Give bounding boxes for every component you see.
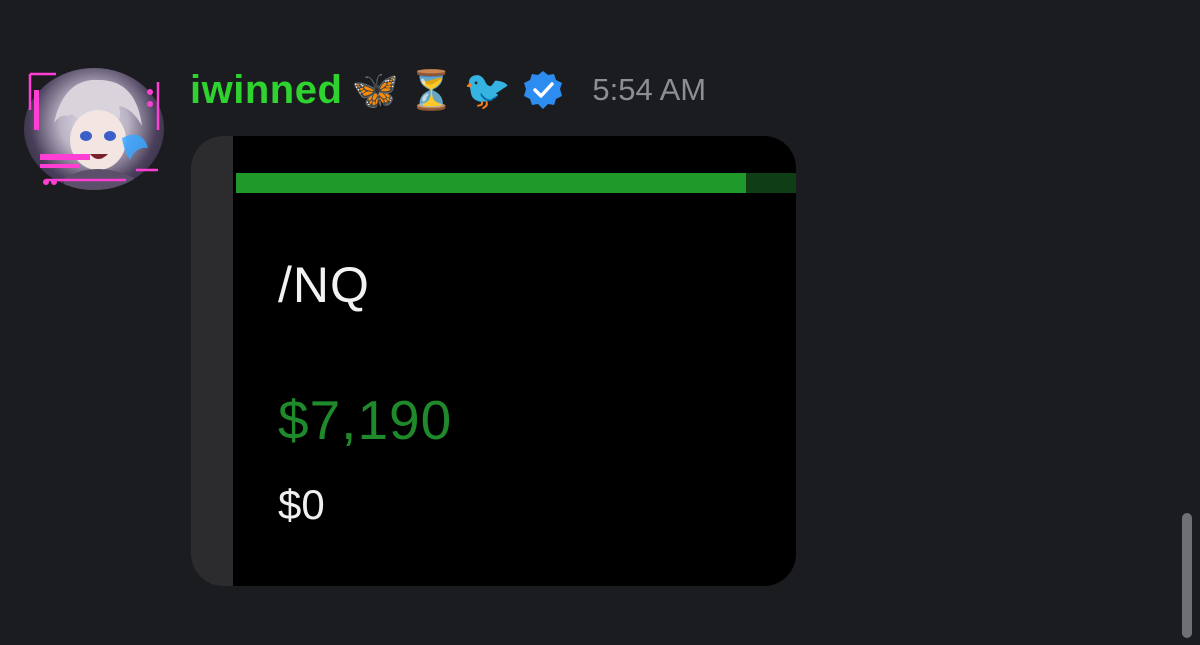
attachment-green-bar-dim bbox=[746, 173, 796, 193]
secondary-value: $0 bbox=[278, 481, 325, 528]
avatar-illustration bbox=[54, 79, 148, 190]
ticker-symbol: /NQ bbox=[278, 257, 370, 313]
chat-view: iwinned 🦋 ⏳ 🐦 5:54 AM /NQ $7,190 $0 bbox=[0, 0, 1200, 645]
username[interactable]: iwinned bbox=[190, 68, 342, 113]
attachment-side-strip bbox=[191, 136, 233, 586]
bird-icon[interactable]: 🐦 bbox=[464, 67, 511, 113]
butterfly-icon[interactable]: 🦋 bbox=[352, 67, 399, 113]
message-timestamp[interactable]: 5:54 AM bbox=[592, 72, 706, 108]
hourglass-icon[interactable]: ⏳ bbox=[408, 67, 455, 113]
scrollbar-thumb[interactable] bbox=[1182, 513, 1192, 638]
pnl-value: $7,190 bbox=[278, 389, 453, 451]
image-attachment[interactable]: /NQ $7,190 $0 bbox=[191, 136, 796, 586]
user-avatar[interactable] bbox=[24, 68, 164, 190]
message-header: iwinned 🦋 ⏳ 🐦 5:54 AM bbox=[190, 62, 706, 118]
verified-badge-icon[interactable] bbox=[520, 67, 566, 113]
attachment-green-bar bbox=[236, 173, 746, 193]
